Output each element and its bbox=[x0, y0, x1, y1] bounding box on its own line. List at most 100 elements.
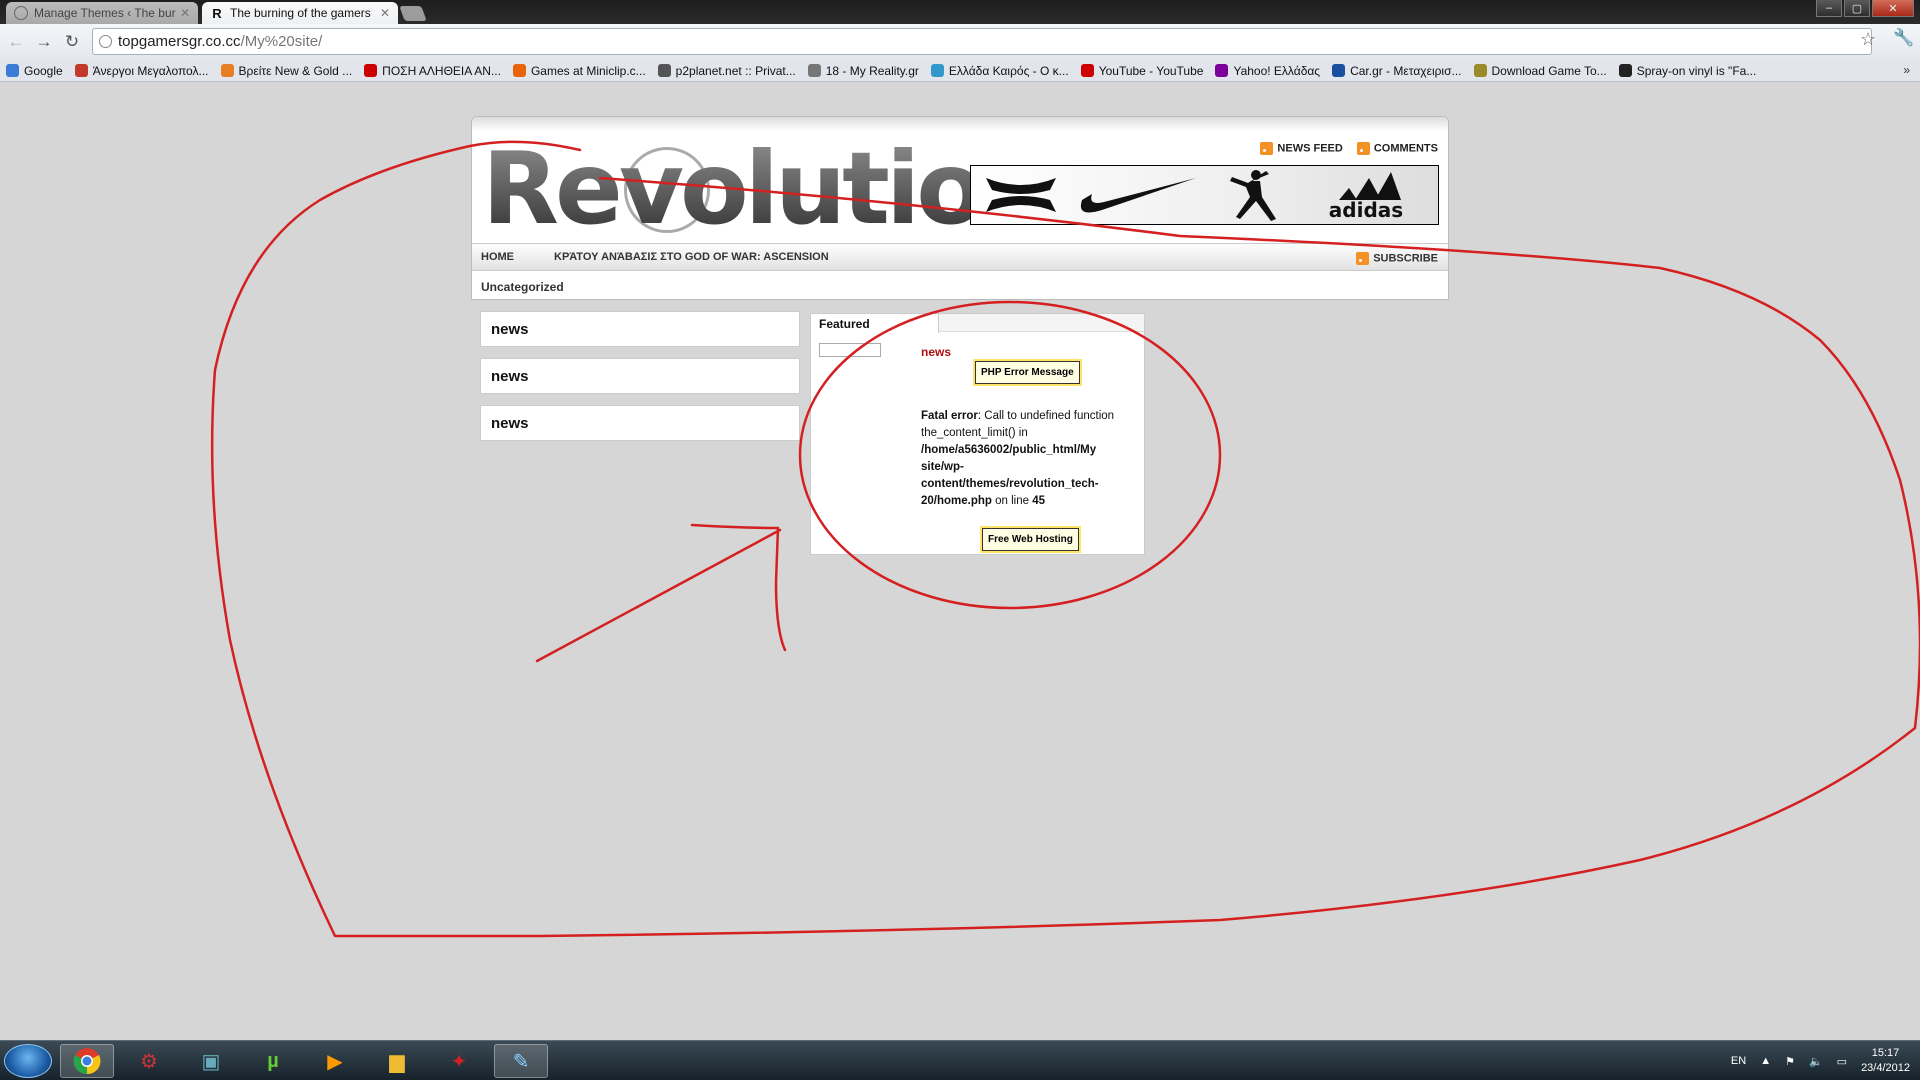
address-bar[interactable]: topgamersgr.co.cc/My%20site/ bbox=[92, 28, 1872, 55]
bookmark-label: Games at Miniclip.c... bbox=[530, 63, 646, 78]
comments-label: COMMENTS bbox=[1373, 142, 1438, 155]
maximize-button[interactable]: ▢ bbox=[1844, 0, 1870, 17]
wrench-icon[interactable]: 🔧 bbox=[1893, 28, 1914, 48]
show-hidden-icons[interactable]: ▲ bbox=[1760, 1055, 1771, 1067]
rss-icon bbox=[1356, 142, 1370, 155]
bookmark-favicon-icon bbox=[1080, 64, 1094, 77]
header-feed-links: NEWS FEED COMMENTS bbox=[1260, 142, 1438, 155]
free-web-hosting-button[interactable]: Free Web Hosting bbox=[980, 526, 1081, 553]
new-tab-button[interactable] bbox=[399, 6, 427, 21]
clock-time: 15:17 bbox=[1871, 1047, 1900, 1059]
featured-post-title[interactable]: news bbox=[921, 345, 951, 359]
bookmark-favicon-icon bbox=[1618, 64, 1632, 77]
tab-label: Manage Themes ‹ The burn bbox=[34, 6, 176, 20]
bookmark-item[interactable]: Car.gr - Μεταχειρισ... bbox=[1332, 63, 1462, 78]
nav-god-of-war-page[interactable]: ΚΡΆΤΟΥ ΑΝΆΒΑΣΙΣ ΣΤΟ GOD OF WAR: ASCENSIO… bbox=[554, 251, 829, 263]
bookmark-star-icon[interactable]: ☆ bbox=[1860, 29, 1876, 50]
start-button[interactable] bbox=[4, 1044, 52, 1078]
minimize-button[interactable]: – bbox=[1816, 0, 1842, 17]
comments-link[interactable]: COMMENTS bbox=[1356, 142, 1438, 155]
bookmark-label: Spray-on vinyl is "Fa... bbox=[1636, 63, 1757, 78]
bookmark-item[interactable]: YouTube - YouTube bbox=[1080, 64, 1203, 78]
under-armour-logo-icon bbox=[971, 166, 1071, 224]
close-icon[interactable]: ✕ bbox=[380, 6, 390, 20]
category-bar: Uncategorized bbox=[472, 274, 1448, 299]
bookmarks-bar: Google Άνεργοι Μεγαλοπολ... Βρείτε New & G… bbox=[0, 60, 1920, 82]
bookmark-label: 18 - My Reality.gr bbox=[825, 63, 919, 78]
clock[interactable]: 15:17 23/4/2012 bbox=[1861, 1046, 1910, 1076]
file-explorer-taskbar-icon[interactable]: ▆ bbox=[370, 1044, 424, 1078]
category-uncategorized[interactable]: Uncategorized bbox=[481, 280, 564, 294]
volume-icon[interactable]: 🔈 bbox=[1809, 1055, 1823, 1068]
bookmark-item[interactable]: ΠΟΣΗ ΑΛΗΘΕΙΑ ΑΝ... bbox=[364, 64, 501, 78]
nike-swoosh-icon bbox=[1071, 166, 1201, 224]
bookmark-item[interactable]: Yahoo! Ελλάδας bbox=[1215, 64, 1320, 78]
game-launcher-taskbar-icon[interactable]: ⚙ bbox=[122, 1044, 176, 1078]
paint-taskbar-icon[interactable]: ✎ bbox=[494, 1044, 548, 1078]
annotation-arrow-shaft bbox=[535, 528, 782, 663]
url-path: /My%20site/ bbox=[240, 33, 323, 50]
bookmark-favicon-icon bbox=[1215, 64, 1229, 77]
tab-burning-of-gamers[interactable]: R The burning of the gamers ✕ bbox=[202, 2, 398, 24]
back-button[interactable]: ← bbox=[2, 28, 30, 56]
close-window-button[interactable]: ✕ bbox=[1872, 0, 1914, 17]
sidebar-news-item[interactable]: news bbox=[480, 405, 800, 441]
bookmark-favicon-icon bbox=[807, 64, 821, 77]
bookmark-item[interactable]: Βρείτε New & Gold ... bbox=[220, 63, 353, 78]
subscribe-link[interactable]: SUBSCRIBE bbox=[1356, 252, 1438, 265]
bookmark-label: Ελλάδα Καιρός - Ο κ... bbox=[948, 63, 1069, 78]
sidebar-news-item[interactable]: news bbox=[480, 358, 800, 394]
jumpman-logo-icon bbox=[1201, 166, 1301, 224]
bookmark-label: Car.gr - Μεταχειρισ... bbox=[1350, 63, 1462, 78]
utorrent-taskbar-icon[interactable]: µ bbox=[246, 1044, 300, 1078]
page-icon bbox=[99, 35, 112, 48]
featured-tabs: Featured bbox=[811, 314, 1144, 333]
site-logo[interactable]: Revolution bbox=[482, 139, 1052, 239]
url-host: topgamersgr.co.cc bbox=[118, 33, 241, 50]
rss-icon bbox=[1260, 142, 1274, 155]
featured-thumbnail[interactable] bbox=[819, 343, 881, 357]
language-indicator[interactable]: EN bbox=[1731, 1055, 1746, 1067]
adidas-stripes-icon bbox=[1339, 172, 1401, 200]
news-feed-link[interactable]: NEWS FEED bbox=[1260, 142, 1343, 155]
action-center-flag-icon[interactable]: ⚑ bbox=[1785, 1055, 1795, 1068]
site-header: Revolution NEWS FEED COMMENTS adidas HOM… bbox=[471, 116, 1449, 300]
bookmark-item[interactable]: Ελλάδα Καιρός - Ο κ... bbox=[930, 63, 1069, 78]
windows-taskbar: ⚙ ▣ µ ▶ ▆ ✦ ✎ EN ▲ ⚑ 🔈 ▭ 15:17 23/4/2012 bbox=[0, 1040, 1920, 1080]
chrome-taskbar-icon[interactable] bbox=[60, 1044, 114, 1078]
bookmark-favicon-icon bbox=[74, 64, 88, 77]
sidebar-news-item[interactable]: news bbox=[480, 311, 800, 347]
bookmark-item[interactable]: Spray-on vinyl is "Fa... bbox=[1618, 63, 1757, 78]
wordpress-icon bbox=[14, 6, 28, 20]
messenger-taskbar-icon[interactable]: ▣ bbox=[184, 1044, 238, 1078]
php-error-message-button[interactable]: PHP Error Message bbox=[973, 359, 1082, 386]
forward-button[interactable]: → bbox=[30, 28, 58, 56]
bookmark-item[interactable]: p2planet.net :: Privat... bbox=[657, 64, 796, 78]
network-icon[interactable]: ▭ bbox=[1837, 1055, 1847, 1068]
bookmark-item[interactable]: Google bbox=[6, 64, 63, 78]
game-taskbar-icon[interactable]: ✦ bbox=[432, 1044, 486, 1078]
chevron-right-icon[interactable]: » bbox=[1903, 63, 1910, 77]
fatal-error-text: Fatal error: Call to undefined function … bbox=[921, 408, 1136, 510]
nav-home[interactable]: HOME bbox=[481, 251, 514, 263]
bookmark-item[interactable]: Games at Miniclip.c... bbox=[512, 63, 646, 78]
bookmark-item[interactable]: 18 - My Reality.gr bbox=[807, 63, 919, 78]
media-player-taskbar-icon[interactable]: ▶ bbox=[308, 1044, 362, 1078]
tab-manage-themes[interactable]: Manage Themes ‹ The burn ✕ bbox=[6, 2, 198, 24]
browser-titlebar: Manage Themes ‹ The burn ✕ R The burning… bbox=[0, 0, 1920, 24]
news-feed-label: NEWS FEED bbox=[1277, 142, 1343, 155]
browser-toolbar: ← → ↻ topgamersgr.co.cc/My%20site/ ☆ 🔧 bbox=[0, 24, 1920, 60]
bookmark-label: Yahoo! Ελλάδας bbox=[1233, 63, 1321, 78]
bookmark-favicon-icon bbox=[512, 64, 526, 77]
bookmark-label: Download Game To... bbox=[1491, 63, 1607, 78]
bookmark-item[interactable]: Download Game To... bbox=[1473, 63, 1607, 78]
reload-button[interactable]: ↻ bbox=[58, 28, 86, 56]
tab-featured[interactable]: Featured bbox=[811, 314, 939, 333]
brand-banner[interactable]: adidas bbox=[970, 165, 1439, 225]
close-icon[interactable]: ✕ bbox=[180, 6, 190, 20]
rss-icon bbox=[1356, 252, 1370, 265]
bookmark-label: Βρείτε New & Gold ... bbox=[238, 63, 353, 78]
system-tray: EN ▲ ⚑ 🔈 ▭ 15:17 23/4/2012 bbox=[1731, 1041, 1910, 1080]
bookmark-favicon-icon bbox=[364, 64, 378, 77]
bookmark-item[interactable]: Άνεργοι Μεγαλοπολ... bbox=[74, 64, 209, 78]
